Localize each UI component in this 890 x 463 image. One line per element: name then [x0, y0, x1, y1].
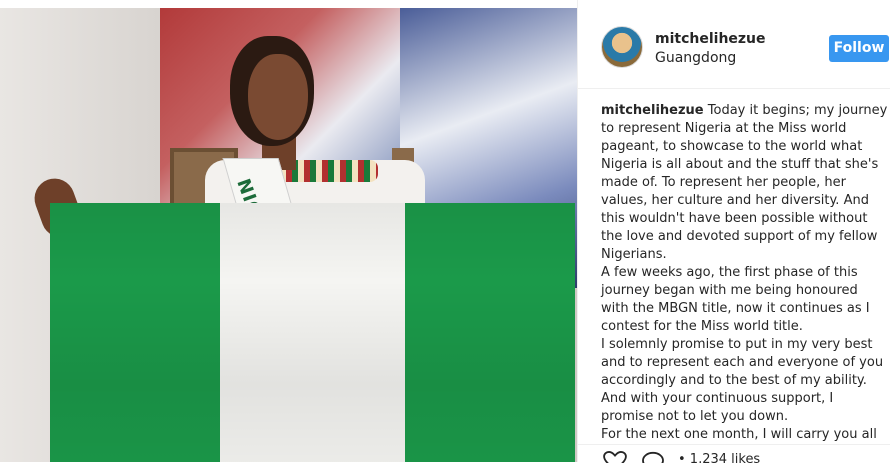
nigeria-flag: [50, 203, 575, 462]
caption-paragraph-1: mitchelihezue Today it begins; my journe…: [601, 102, 889, 264]
post-photo[interactable]: NIGERIA: [0, 8, 577, 462]
heart-icon[interactable]: [601, 451, 629, 463]
avatar[interactable]: [601, 26, 643, 68]
likes-partial-text: • 1,234 likes: [678, 452, 761, 463]
caption-username-link[interactable]: mitchelihezue: [601, 103, 704, 118]
caption-text-1: Today it begins; my journey to represent…: [601, 103, 888, 262]
caption-paragraph-2: A few weeks ago, the first phase of this…: [601, 265, 870, 334]
flag-shading: [50, 203, 575, 462]
post-sidebar: mitchelihezue Guangdong Follow mitchelih…: [577, 0, 890, 463]
post-actions-bar: • 1,234 likes: [578, 444, 890, 463]
follow-button[interactable]: Follow: [829, 35, 889, 62]
post-header: mitchelihezue Guangdong Follow: [578, 0, 890, 89]
post-caption: mitchelihezue Today it begins; my journe…: [601, 102, 889, 444]
username-link[interactable]: mitchelihezue: [655, 31, 766, 47]
location-link[interactable]: Guangdong: [655, 50, 736, 66]
caption-paragraph-4: And with your continuous support, I prom…: [601, 391, 834, 424]
caption-paragraph-3: I solemnly promise to put in my very bes…: [601, 337, 884, 388]
caption-paragraph-5: For the next one month, I will carry you…: [601, 427, 877, 442]
comment-icon[interactable]: [640, 451, 666, 463]
face: [248, 54, 308, 140]
